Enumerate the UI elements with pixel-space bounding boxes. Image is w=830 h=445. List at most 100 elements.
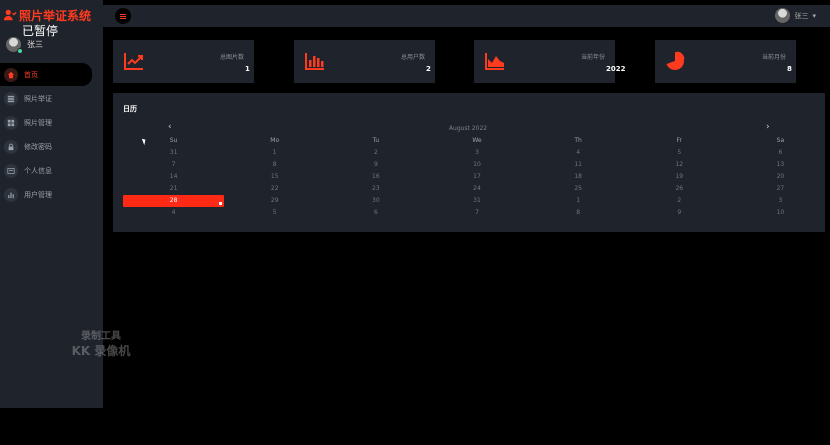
watermark-line1: 录制工具 [81,331,121,342]
grid-icon [4,91,18,106]
stat-value: 2 [426,65,431,73]
calendar-day[interactable]: 25 [528,183,629,195]
calendar-day[interactable]: 23 [325,183,426,195]
topbar-username: 张三 [794,11,809,20]
calendar-day[interactable]: 19 [629,171,730,183]
topbar: 张三 ▾ [103,5,830,27]
calendar-day[interactable]: 6 [730,147,830,159]
calendar-day[interactable]: 29 [224,195,325,207]
calendar-day[interactable]: 8 [528,207,629,219]
calendar-title: 日历 [123,105,137,113]
calendar-weekday: Mo [270,137,280,144]
calendar-week-row: 4 5 6 7 8 9 10 [123,207,830,219]
calendar-weekday: Fr [676,137,683,144]
bar-chart-icon [4,187,18,202]
calendar-day[interactable]: 7 [426,207,527,219]
calendar-day[interactable]: 13 [730,159,830,171]
calendar-day[interactable]: 22 [224,183,325,195]
calendar-day[interactable]: 5 [629,147,730,159]
calendar-day[interactable]: 1 [528,195,629,207]
calendar-day[interactable]: 18 [528,171,629,183]
calendar-day[interactable]: 9 [325,159,426,171]
watermark-line2: KK 录像机 [71,344,131,358]
sidebar-item-label: 个人信息 [24,166,52,175]
calendar-day[interactable]: 1 [224,147,325,159]
calendar-day[interactable]: 31 [426,195,527,207]
calendar-day[interactable]: 10 [426,159,527,171]
stat-label: 总用户数 [400,54,425,61]
calendar-day[interactable]: 14 [123,171,224,183]
sidebar-item-change-password[interactable]: 修改密码 [0,135,103,158]
next-month-button[interactable]: › [766,123,770,132]
calendar-month-label[interactable]: August 2022 [123,125,813,132]
stat-card-total-photos: 总图片数 1 [113,40,254,83]
brand[interactable]: 照片举证系统 [3,7,91,23]
user-icon [3,9,17,21]
calendar-day[interactable]: 28 [123,195,225,207]
line-chart-icon [124,53,143,70]
area-chart-icon [485,53,504,70]
sidebar-item-label: 照片举证 [24,94,52,103]
calendar-day[interactable]: 20 [730,171,830,183]
calendar-day[interactable]: 31 [123,147,224,159]
sidebar-item-user-management[interactable]: 用户管理 [0,183,103,206]
topbar-user-menu[interactable]: 张三 ▾ [775,8,816,23]
calendar-day[interactable]: 26 [629,183,730,195]
calendar-day[interactable]: 4 [123,207,224,219]
calendar-day[interactable]: 3 [730,195,830,207]
sidebar-item-photo-evidence[interactable]: 照片举证 [0,87,103,110]
avatar [775,8,791,23]
calendar-grid: Su Mo Tu We Th Fr Sa 31 1 2 3 4 5 6 7 8 9 10 11 12 13 14 15 16 1… [123,135,830,219]
stat-value: 8 [787,65,792,73]
pie-chart-icon [666,51,685,70]
sidebar-username: 张三 [27,39,43,49]
calendar-day[interactable]: 30 [325,195,426,207]
chevron-down-icon: ▾ [812,11,816,20]
sidebar-item-photo-management[interactable]: 照片管理 [0,111,103,134]
stat-label: 当前月份 [761,54,786,61]
sidebar-item-home[interactable]: 首页 [0,63,92,86]
sidebar-item-label: 照片管理 [24,118,52,127]
calendar-day[interactable]: 11 [528,159,629,171]
calendar-week-row: 7 8 9 10 11 12 13 [123,159,830,171]
calendar-day[interactable]: 24 [426,183,527,195]
calendar-day[interactable]: 10 [730,207,830,219]
sidebar: 照片举证系统 已暂停 张三 首页 照片举证 照片管理 修改密码 个人信息 用户管… [0,0,130,408]
stat-label: 当前年份 [580,54,605,61]
calendar-day[interactable]: 17 [426,171,527,183]
stat-value: 2022 [606,65,626,73]
sidebar-user: 张三 [6,35,98,54]
calendar-weekday: Sa [776,137,785,144]
calendar-day[interactable]: 21 [123,183,224,195]
calendar-day[interactable]: 7 [123,159,224,171]
app-title: 照片举证系统 [19,8,92,23]
recorder-watermark: 录制工具 KK 录像机 [66,330,136,358]
calendar-day[interactable]: 16 [325,171,426,183]
calendar-weekday-row: Su Mo Tu We Th Fr Sa [123,135,830,147]
calendar-week-row: 21 22 23 24 25 26 27 [123,183,830,195]
calendar-week-row: 14 15 16 17 18 19 20 [123,171,830,183]
calendar-day[interactable]: 8 [224,159,325,171]
sidebar-item-profile[interactable]: 个人信息 [0,159,103,182]
sidebar-item-label: 用户管理 [24,190,52,199]
calendar-weekday: We [472,137,482,144]
id-card-icon [4,163,18,178]
calendar-day[interactable]: 3 [426,147,527,159]
calendar-day[interactable]: 2 [325,147,426,159]
calendar-day[interactable]: 5 [224,207,325,219]
calendar-day[interactable]: 12 [629,159,730,171]
menu-toggle-button[interactable] [115,8,131,24]
calendar-day[interactable]: 2 [629,195,730,207]
sidebar-item-label: 首页 [24,70,38,79]
calendar-weekday: Th [574,137,582,144]
sidebar-nav: 首页 照片举证 照片管理 修改密码 个人信息 用户管理 [0,63,103,207]
bar-chart-icon [305,53,324,70]
sidebar-item-label: 修改密码 [24,142,52,151]
calendar-day[interactable]: 27 [730,183,830,195]
calendar-weekday: Su [169,137,178,144]
calendar-day[interactable]: 15 [224,171,325,183]
calendar-day[interactable]: 4 [528,147,629,159]
calendar-day[interactable]: 6 [325,207,426,219]
calendar-day[interactable]: 9 [629,207,730,219]
stat-card-total-users: 总用户数 2 [294,40,435,83]
